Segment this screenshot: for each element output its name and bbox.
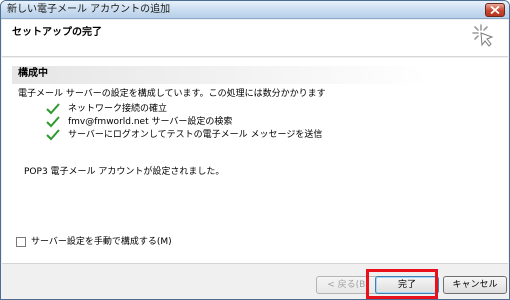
configuration-description: 電子メール サーバーの設定を構成しています。この処理には数分かかります [18, 89, 326, 99]
section-label: 構成中 [18, 68, 48, 79]
add-email-account-dialog: 新しい電子メール アカウントの追加 セットアップの完了 構成中 電子メール サー… [0, 0, 510, 300]
page-title: セットアップの完了 [12, 27, 102, 38]
account-status-text: POP3 電子メール アカウントが設定されました。 [24, 167, 225, 177]
step-test-message: サーバーにログオンしてテストの電子メール メッセージを送信 [46, 128, 322, 141]
wizard-content: 構成中 電子メール サーバーの設定を構成しています。この処理には数分かかります … [2, 58, 508, 263]
step-server-search: fmv@fmworld.net サーバー設定の検索 [46, 115, 232, 128]
step-label: サーバーにログオンしてテストの電子メール メッセージを送信 [68, 129, 323, 140]
close-button[interactable] [485, 3, 505, 17]
close-icon [490, 6, 500, 14]
manual-config-checkbox[interactable]: サーバー設定を手動で構成する(M) [16, 236, 172, 248]
back-button[interactable]: < 戻る(B) [316, 276, 380, 294]
manual-config-label[interactable]: サーバー設定を手動で構成する(M) [31, 236, 172, 248]
checkmark-icon [46, 102, 60, 114]
finish-button[interactable]: 完了 [375, 276, 439, 294]
cancel-button[interactable]: キャンセル [443, 276, 507, 294]
checkmark-icon [46, 115, 60, 127]
step-label: fmv@fmworld.net サーバー設定の検索 [68, 116, 233, 127]
checkbox-box[interactable] [16, 237, 26, 247]
title-bar[interactable]: 新しい電子メール アカウントの追加 [1, 1, 509, 19]
window-title: 新しい電子メール アカウントの追加 [7, 4, 171, 15]
wizard-spark-icon [472, 24, 494, 47]
section-band [12, 66, 428, 84]
wizard-footer: < 戻る(B) 完了 キャンセル [2, 263, 508, 299]
checkmark-icon [46, 128, 60, 140]
step-network-connection: ネットワーク接続の確立 [46, 102, 167, 115]
wizard-header: セットアップの完了 [2, 20, 508, 57]
step-label: ネットワーク接続の確立 [68, 103, 168, 114]
